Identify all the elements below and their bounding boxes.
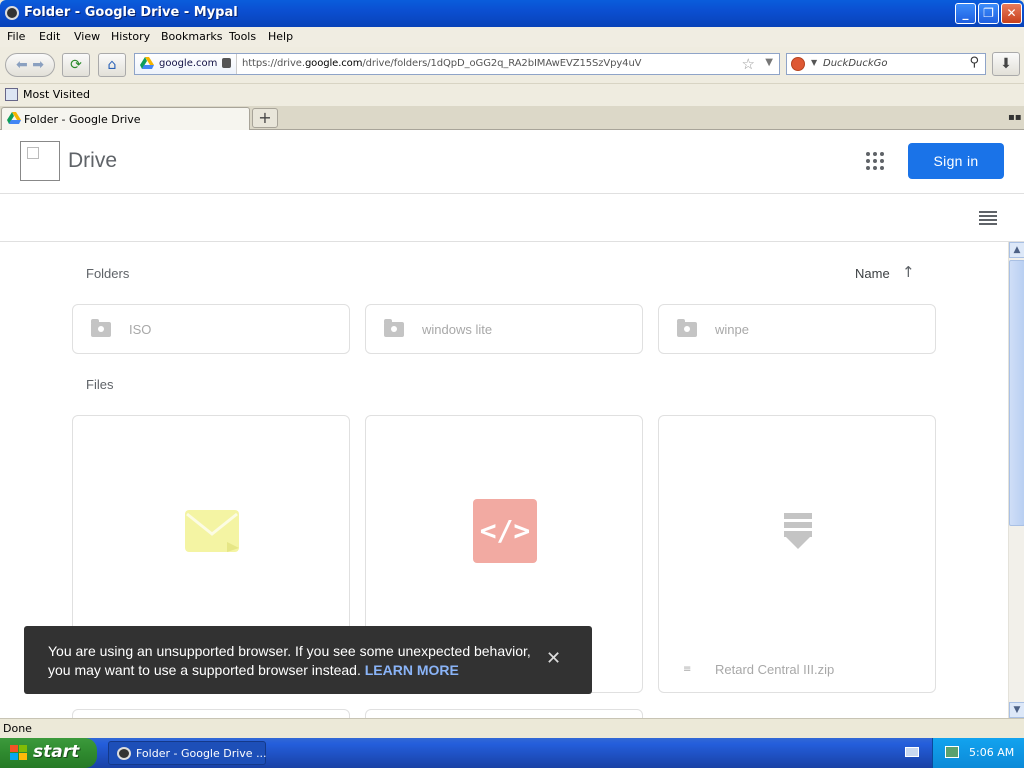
bookmarks-toolbar: Most Visited — [0, 84, 1024, 106]
url-prefix: https://drive. — [242, 58, 305, 69]
code-file-icon: </> — [473, 499, 537, 563]
archive-type-icon: ≡ — [683, 664, 692, 675]
search-bar[interactable]: ▼ DuckDuckGo ⚲ — [786, 53, 986, 75]
close-toast-icon[interactable]: ✕ — [546, 648, 561, 669]
menu-history[interactable]: History — [111, 30, 150, 43]
url-text[interactable]: https://drive.google.com/drive/folders/1… — [242, 58, 642, 69]
folder-card[interactable]: ISO — [72, 304, 350, 354]
folder-name: ISO — [129, 322, 152, 337]
download-button[interactable]: ⬇ — [992, 52, 1020, 76]
url-host: google.com — [304, 58, 363, 69]
window-titlebar[interactable]: Folder - Google Drive - Mypal _ ❐ ✕ — [0, 0, 1024, 27]
scroll-thumb[interactable] — [1009, 260, 1024, 526]
shared-folder-icon — [677, 319, 697, 337]
clock[interactable]: 5:06 AM — [969, 746, 1014, 759]
tab-label: Folder - Google Drive — [24, 113, 141, 126]
network-tray-icon[interactable] — [945, 746, 959, 758]
taskbar-window-button[interactable]: Folder - Google Drive ... — [108, 741, 267, 765]
windows-flag-icon — [10, 745, 28, 761]
files-section-label: Files — [86, 377, 114, 392]
sort-ascending-arrow-icon[interactable]: ↑ — [902, 263, 915, 281]
google-drive-icon — [140, 57, 154, 69]
shared-folder-icon — [384, 319, 404, 337]
maximize-button[interactable]: ❐ — [978, 3, 999, 24]
drive-header: Drive Sign in — [0, 130, 1024, 194]
file-card[interactable] — [72, 709, 350, 718]
search-engine-placeholder: DuckDuckGo — [823, 58, 888, 69]
bookmark-star-icon[interactable]: ☆ — [742, 55, 755, 73]
learn-more-link[interactable]: LEARN MORE — [365, 662, 459, 678]
start-label: start — [33, 742, 80, 762]
new-tab-button[interactable]: + — [252, 108, 278, 128]
back-arrow-icon[interactable]: ⬅ — [16, 57, 28, 73]
status-text: Done — [3, 722, 32, 735]
most-visited-bookmark[interactable]: Most Visited — [23, 88, 90, 101]
zip-file-icon — [784, 513, 812, 553]
email-file-icon — [185, 510, 239, 552]
folder-card[interactable]: winpe — [658, 304, 936, 354]
folders-section-label: Folders — [86, 266, 130, 281]
start-button[interactable]: start — [0, 738, 97, 768]
window-title: Folder - Google Drive - Mypal — [24, 5, 238, 20]
google-drive-icon — [7, 112, 21, 124]
duckduckgo-icon[interactable] — [791, 57, 805, 71]
search-icon[interactable]: ⚲ — [969, 55, 979, 70]
url-bar[interactable]: google.com https://drive.google.com/driv… — [134, 53, 780, 75]
system-tray: 5:06 AM — [932, 738, 1024, 768]
status-bar: Done — [0, 718, 1024, 738]
url-path: /drive/folders/1dQpD_oGG2q_RA2bIMAwEVZ15… — [362, 58, 642, 69]
engine-dropdown-icon[interactable]: ▼ — [811, 58, 817, 67]
page-content: Drive Sign in Folders Name ↑ ISO windows… — [0, 130, 1024, 718]
windows-taskbar: start Folder - Google Drive ... 5:06 AM — [0, 738, 1024, 768]
close-window-button[interactable]: ✕ — [1001, 3, 1022, 24]
taskbar-window-label: Folder - Google Drive ... — [136, 747, 267, 760]
google-apps-icon[interactable] — [866, 152, 886, 172]
most-visited-folder-icon — [5, 88, 18, 101]
sign-in-button[interactable]: Sign in — [908, 143, 1004, 179]
menu-bookmarks[interactable]: Bookmarks — [161, 30, 222, 43]
site-identity-button[interactable]: google.com — [135, 54, 237, 74]
scroll-up-button[interactable]: ▲ — [1009, 242, 1024, 258]
home-button[interactable]: ⌂ — [98, 53, 126, 77]
list-view-icon[interactable] — [979, 211, 997, 225]
drive-title: Drive — [68, 149, 118, 172]
forward-arrow-icon[interactable]: ➡ — [32, 57, 44, 73]
menu-help[interactable]: Help — [268, 30, 293, 43]
menu-bar: File Edit View History Bookmarks Tools H… — [0, 27, 1024, 47]
drive-logo-broken-image[interactable] — [20, 141, 60, 181]
drive-toolbar — [0, 194, 1024, 242]
folder-card[interactable]: windows lite — [365, 304, 643, 354]
keyboard-tray-icon[interactable] — [905, 747, 919, 757]
identity-domain: google.com — [159, 58, 218, 69]
menu-view[interactable]: View — [74, 30, 100, 43]
scroll-down-button[interactable]: ▼ — [1009, 702, 1024, 718]
file-card[interactable]: ≡ Retard Central III.zip — [658, 415, 936, 693]
file-card[interactable] — [365, 709, 643, 718]
shared-folder-icon — [91, 319, 111, 337]
vertical-scrollbar[interactable]: ▲ ▼ — [1008, 242, 1024, 718]
minimize-button[interactable]: _ — [955, 3, 976, 24]
back-forward-buttons[interactable]: ⬅ ➡ — [5, 53, 55, 77]
sort-by-name-button[interactable]: Name — [855, 266, 890, 281]
unsupported-browser-toast: You are using an unsupported browser. If… — [24, 626, 592, 694]
toast-message: You are using an unsupported browser. If… — [48, 642, 538, 680]
menu-edit[interactable]: Edit — [39, 30, 60, 43]
menu-file[interactable]: File — [7, 30, 25, 43]
list-all-tabs-icon[interactable]: ▪▪ — [1008, 112, 1022, 123]
lock-icon — [222, 58, 231, 68]
tab-google-drive[interactable]: Folder - Google Drive — [1, 107, 250, 130]
file-name: Retard Central III.zip — [715, 662, 835, 677]
mypal-app-icon — [117, 747, 131, 760]
mypal-app-icon — [5, 6, 19, 20]
folder-name: windows lite — [422, 322, 493, 337]
folder-name: winpe — [715, 322, 749, 337]
reload-button[interactable]: ⟳ — [62, 53, 90, 77]
tab-bar: Folder - Google Drive + ▪▪ — [0, 106, 1024, 130]
url-dropdown-icon[interactable]: ▼ — [765, 57, 773, 68]
menu-tools[interactable]: Tools — [229, 30, 256, 43]
